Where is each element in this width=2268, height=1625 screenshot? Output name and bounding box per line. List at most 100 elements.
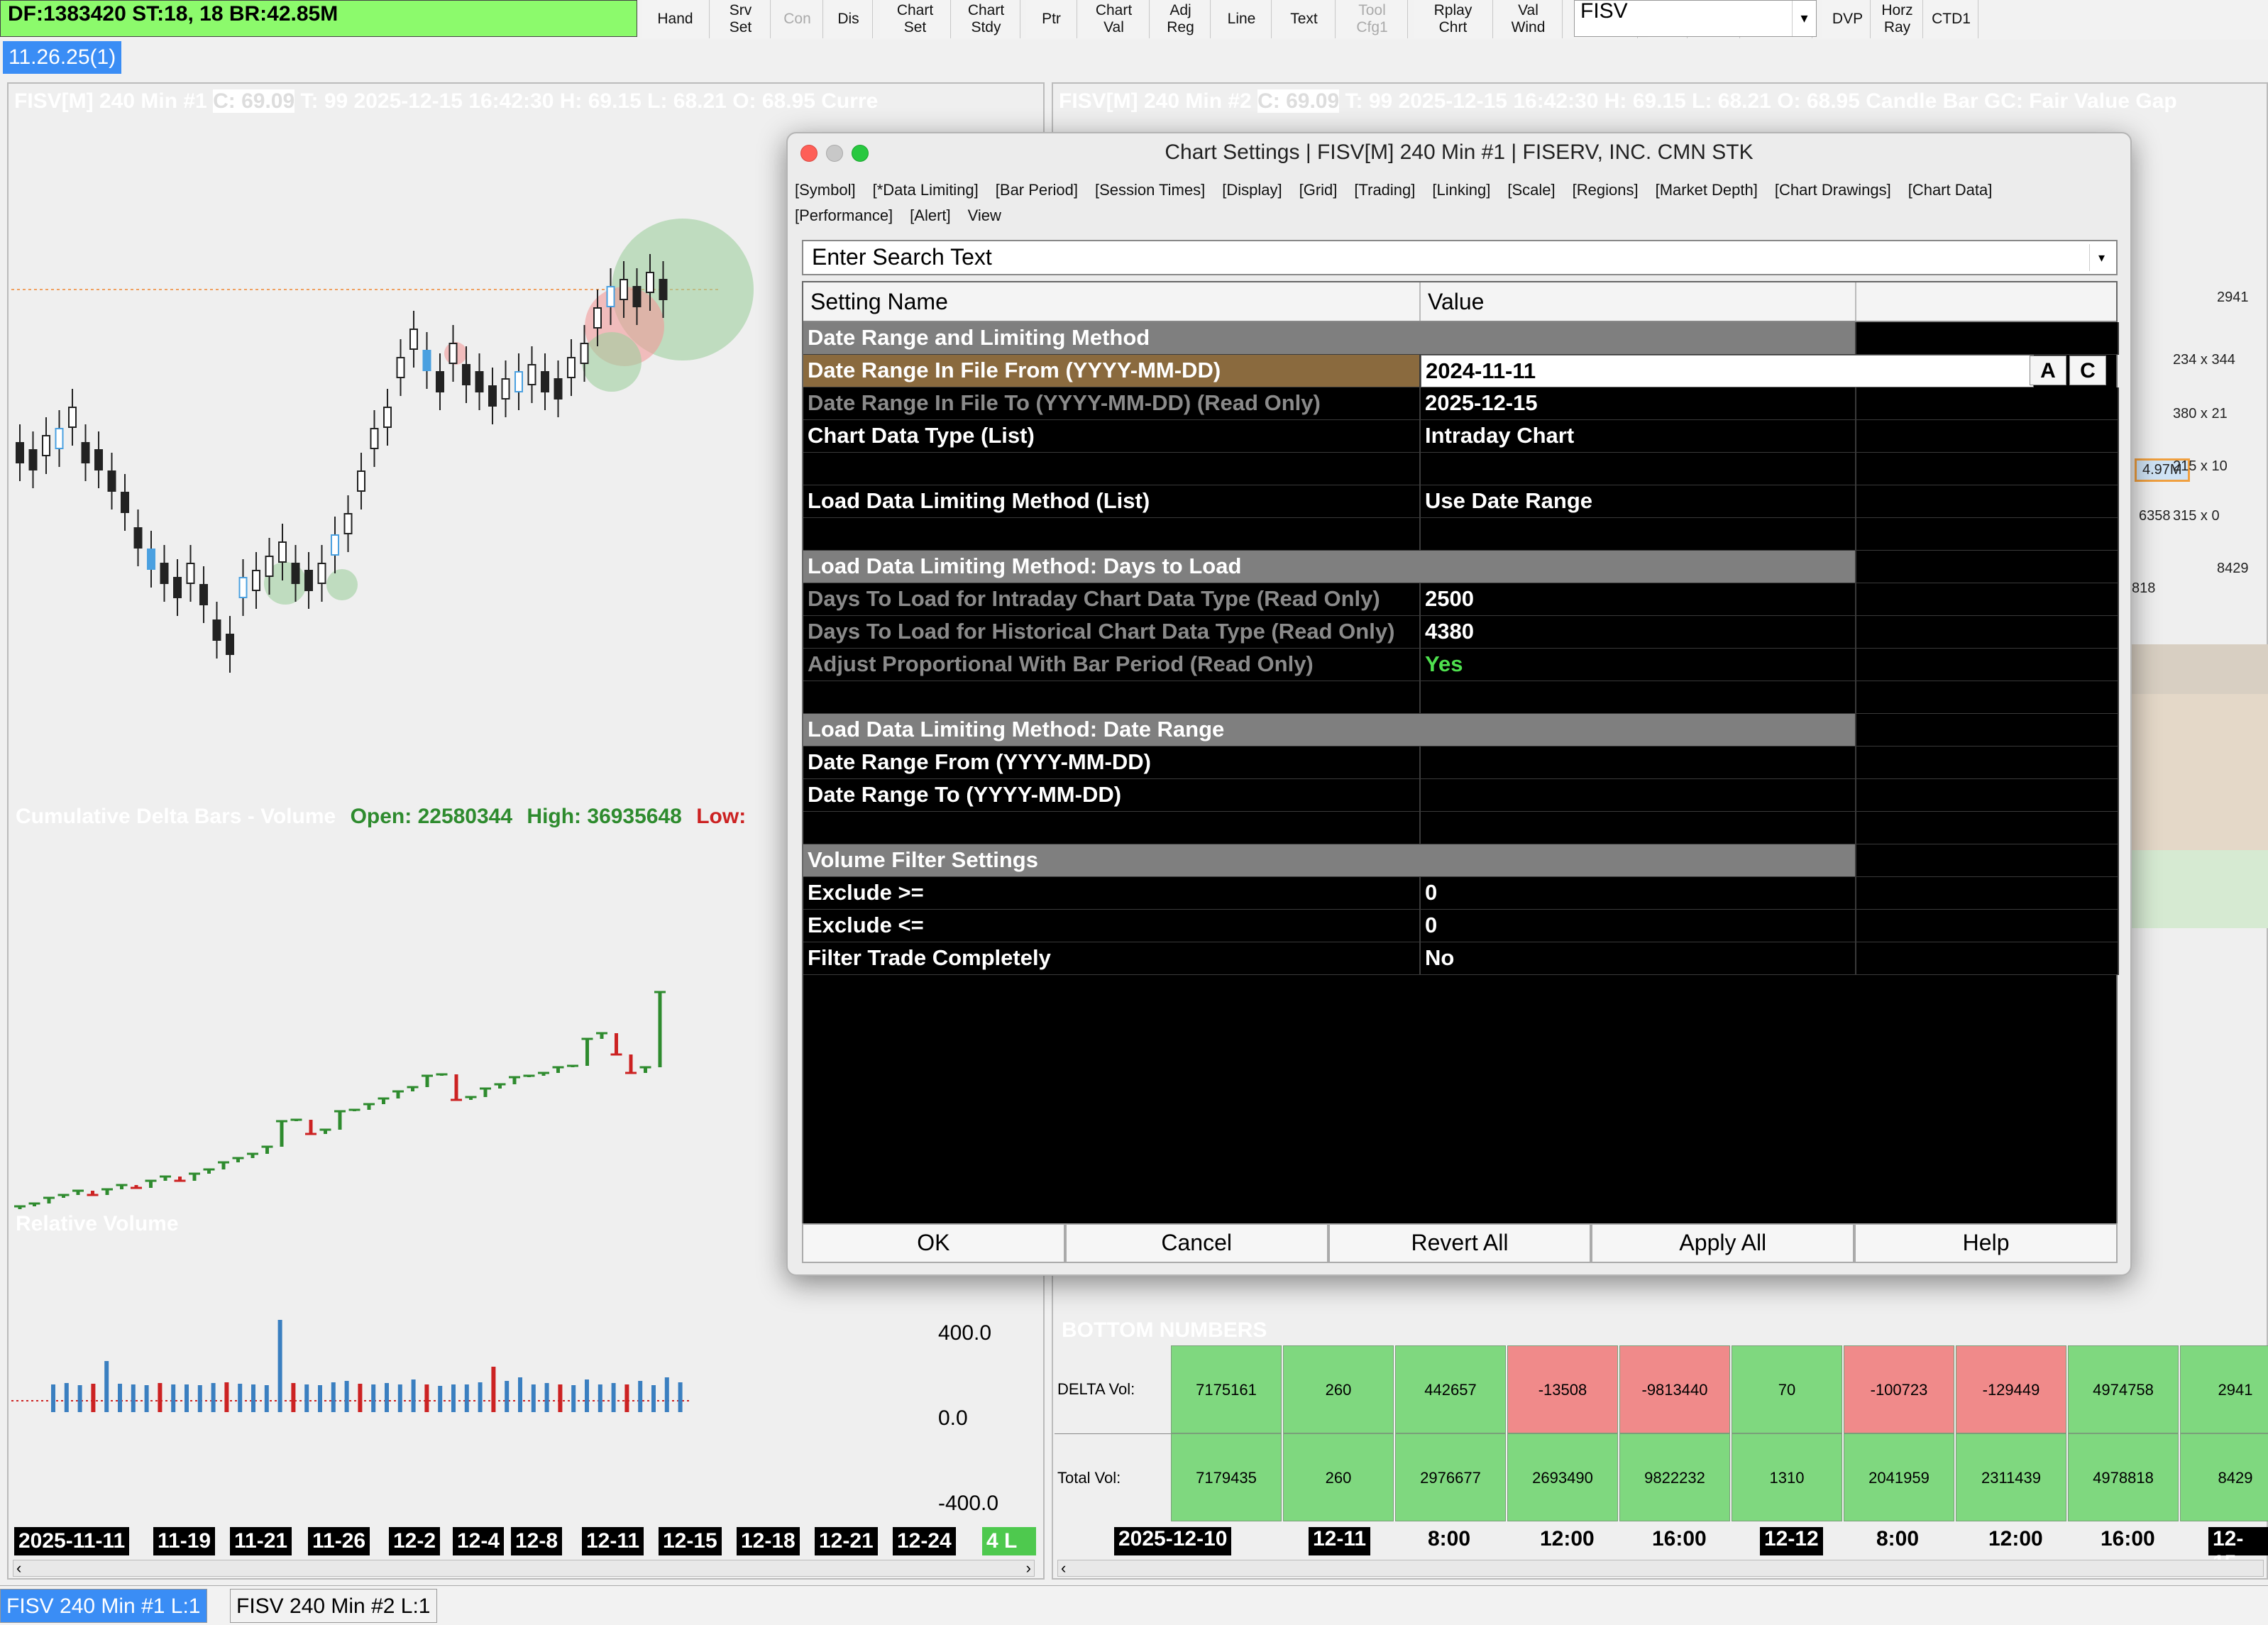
- chevron-down-icon[interactable]: ▾: [2089, 244, 2113, 271]
- tab-chart-1[interactable]: FISV 240 Min #1 L:1: [0, 1589, 207, 1623]
- toolbar-button-text[interactable]: Text: [1273, 0, 1336, 38]
- tab-performance[interactable]: [Performance]: [795, 203, 893, 228]
- close-window-icon[interactable]: [800, 145, 818, 162]
- setting-row[interactable]: Adjust Proportional With Bar Period (Rea…: [803, 649, 2119, 681]
- tab-linking[interactable]: [Linking]: [1432, 177, 1490, 203]
- toolbar-button-adj-reg[interactable]: Adj Reg: [1151, 0, 1211, 38]
- live-badge[interactable]: 4 L E: [982, 1527, 1036, 1581]
- relative-volume-bar: [277, 1320, 282, 1412]
- toolbar-button-ctd1[interactable]: CTD1: [1925, 0, 1978, 38]
- setting-row[interactable]: Filter Trade Completely No: [803, 942, 2119, 975]
- horizontal-scrollbar-2[interactable]: ‹: [1057, 1559, 2264, 1577]
- toolbar-button-val-wind[interactable]: Val Wind: [1494, 0, 1563, 38]
- col-value[interactable]: Value: [1421, 282, 1856, 321]
- tab-display[interactable]: [Display]: [1222, 177, 1282, 203]
- date-tick: 12-11: [582, 1527, 644, 1555]
- setting-row[interactable]: Date Range In File From (YYYY-MM-DD) 2024…: [803, 355, 2116, 387]
- candle-body: [409, 329, 418, 350]
- setting-row[interactable]: Exclude <= 0: [803, 910, 2119, 942]
- setting-value-input[interactable]: 2024-11-11: [1421, 355, 2034, 387]
- zoom-window-icon[interactable]: [852, 145, 869, 162]
- candle-body: [436, 371, 444, 392]
- toolbar-button-line[interactable]: Line: [1212, 0, 1272, 38]
- setting-name: [803, 812, 1421, 844]
- tab-market-depth[interactable]: [Market Depth]: [1656, 177, 1758, 203]
- tab-data-limiting[interactable]: [*Data Limiting]: [873, 177, 979, 203]
- candle-body: [173, 577, 182, 598]
- tab-scale[interactable]: [Scale]: [1507, 177, 1555, 203]
- apply-all-button[interactable]: Apply All: [1591, 1223, 1855, 1263]
- relative-volume-bar: [585, 1379, 589, 1412]
- setting-row[interactable]: Date Range From (YYYY-MM-DD): [803, 747, 2119, 779]
- toolbar-button-dvp[interactable]: DVP: [1825, 0, 1871, 38]
- copy-button[interactable]: C: [2069, 356, 2106, 385]
- delta-cell: -13508: [1507, 1345, 1618, 1433]
- tab-grid[interactable]: [Grid]: [1299, 177, 1338, 203]
- toolbar-button-ptr[interactable]: Ptr: [1026, 0, 1077, 38]
- delta-cell: 7175161: [1171, 1345, 1282, 1433]
- toolbar-button-tool-cfg1[interactable]: Tool Cfg1: [1337, 0, 1408, 38]
- date-badge[interactable]: 11.26.25(1): [3, 41, 122, 74]
- toolbar-button-horz-ray[interactable]: Horz Ray: [1872, 0, 1923, 38]
- chart-2-side-value: 6358: [2139, 508, 2171, 524]
- tab-chart-data[interactable]: [Chart Data]: [1908, 177, 1993, 203]
- tab-regions[interactable]: [Regions]: [1573, 177, 1639, 203]
- top-toolbar: DF:1383420 ST:18, 18 BR:42.85M Hand Srv S…: [0, 0, 2268, 40]
- date-tick: 8:00: [1428, 1527, 1471, 1550]
- col-setting-name[interactable]: Setting Name: [803, 282, 1421, 321]
- relative-volume-bar: [438, 1386, 443, 1412]
- tab-bar-period[interactable]: [Bar Period]: [996, 177, 1078, 203]
- setting-name: [803, 681, 1421, 714]
- ok-button[interactable]: OK: [802, 1223, 1065, 1263]
- setting-value: 2025-12-15: [1421, 387, 1856, 420]
- chart-2-header: FISV[M] 240 Min #2 C: 69.09 T: 99 2025-1…: [1059, 89, 2265, 114]
- toolbar-button-con[interactable]: Con: [772, 0, 823, 38]
- revert-all-button[interactable]: Revert All: [1328, 1223, 1592, 1263]
- tab-alert[interactable]: [Alert]: [910, 203, 950, 228]
- tab-chart-2[interactable]: FISV 240 Min #2 L:1: [230, 1589, 437, 1623]
- setting-row[interactable]: [803, 812, 2119, 844]
- horizontal-scrollbar[interactable]: ‹ ›: [13, 1559, 1035, 1577]
- setting-name: Chart Data Type (List): [803, 420, 1421, 453]
- setting-row[interactable]: Days To Load for Intraday Chart Data Typ…: [803, 583, 2119, 616]
- dialog-title: Chart Settings | FISV[M] 240 Min #1 | FI…: [1165, 141, 1754, 164]
- candle-body: [68, 407, 77, 428]
- setting-row[interactable]: Days To Load for Historical Chart Data T…: [803, 616, 2119, 649]
- toolbar-button-chart-stdy[interactable]: Chart Stdy: [952, 0, 1020, 38]
- setting-row[interactable]: [803, 518, 2119, 551]
- setting-row[interactable]: Date Range To (YYYY-MM-DD): [803, 779, 2119, 812]
- relative-volume-bar: [331, 1382, 336, 1412]
- tab-symbol[interactable]: [Symbol]: [795, 177, 856, 203]
- setting-row[interactable]: [803, 453, 2119, 485]
- tab-session-times[interactable]: [Session Times]: [1095, 177, 1205, 203]
- cancel-button[interactable]: Cancel: [1064, 1223, 1328, 1263]
- chart-2-side-value: 380 x 21: [2173, 406, 2228, 422]
- tab-chart-drawings[interactable]: [Chart Drawings]: [1775, 177, 1891, 203]
- toolbar-button-rplay-chrt[interactable]: Rplay Chrt: [1414, 0, 1493, 38]
- setting-row[interactable]: [803, 681, 2119, 714]
- setting-row[interactable]: Exclude >= 0: [803, 877, 2119, 910]
- apply-to-all-button[interactable]: A: [2030, 356, 2066, 385]
- toolbar-button-chart-set[interactable]: Chart Set: [880, 0, 951, 38]
- tab-view[interactable]: View: [968, 203, 1001, 228]
- tab-trading[interactable]: [Trading]: [1354, 177, 1415, 203]
- chevron-down-icon[interactable]: ▾: [1792, 1, 1816, 36]
- toolbar-button-chart-val[interactable]: Chart Val: [1079, 0, 1150, 38]
- symbol-input[interactable]: FISV ▾: [1574, 0, 1817, 37]
- candle-body: [252, 570, 260, 591]
- setting-row[interactable]: Load Data Limiting Method (List) Use Date…: [803, 485, 2119, 518]
- settings-search-input[interactable]: Enter Search Text ▾: [802, 240, 2118, 275]
- toolbar-button-hand[interactable]: Hand: [642, 0, 710, 38]
- setting-row[interactable]: Date Range In File To (YYYY-MM-DD) (Read…: [803, 387, 2119, 420]
- setting-name: Date Range and Limiting Method: [803, 322, 1856, 355]
- toolbar-button-dis[interactable]: Dis: [825, 0, 873, 38]
- help-button[interactable]: Help: [1854, 1223, 2118, 1263]
- setting-row[interactable]: Chart Data Type (List) Intraday Chart: [803, 420, 2119, 453]
- toolbar-button-srv-set[interactable]: Srv Set: [711, 0, 771, 38]
- scroll-left-icon[interactable]: ‹: [16, 1559, 21, 1577]
- scroll-left-icon[interactable]: ‹: [1061, 1559, 1066, 1577]
- date-tick: 11-21: [230, 1527, 292, 1555]
- relative-volume-bar: [385, 1383, 389, 1412]
- scroll-right-icon[interactable]: ›: [1026, 1559, 1031, 1577]
- minimize-window-icon[interactable]: [826, 145, 843, 162]
